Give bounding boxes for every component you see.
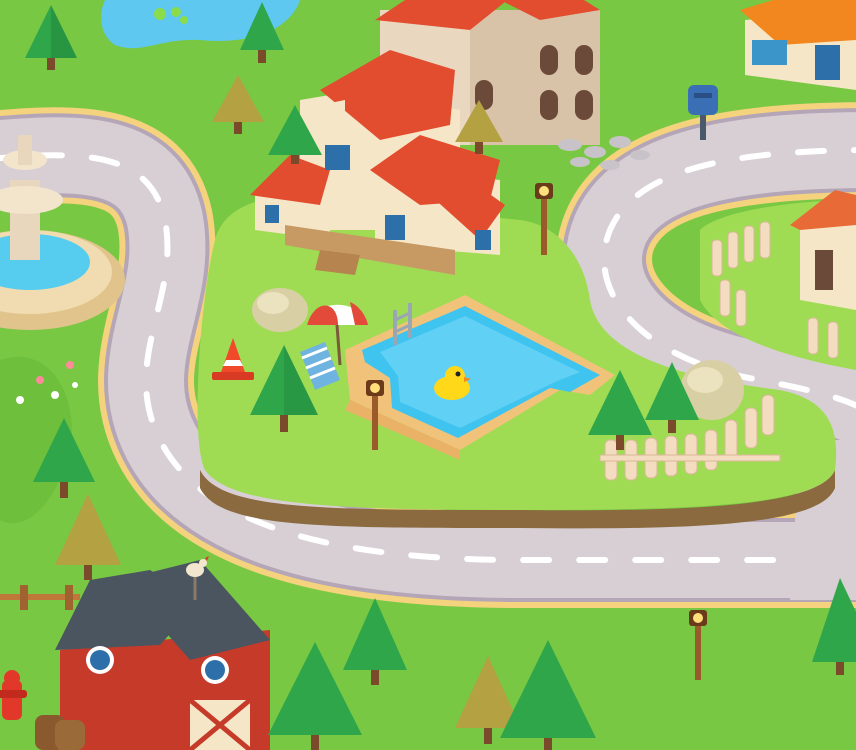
rock-icon — [252, 288, 308, 332]
game-map-scene — [0, 0, 856, 750]
map-canvas — [0, 0, 856, 750]
orange-roof-cottage-icon — [740, 0, 856, 90]
